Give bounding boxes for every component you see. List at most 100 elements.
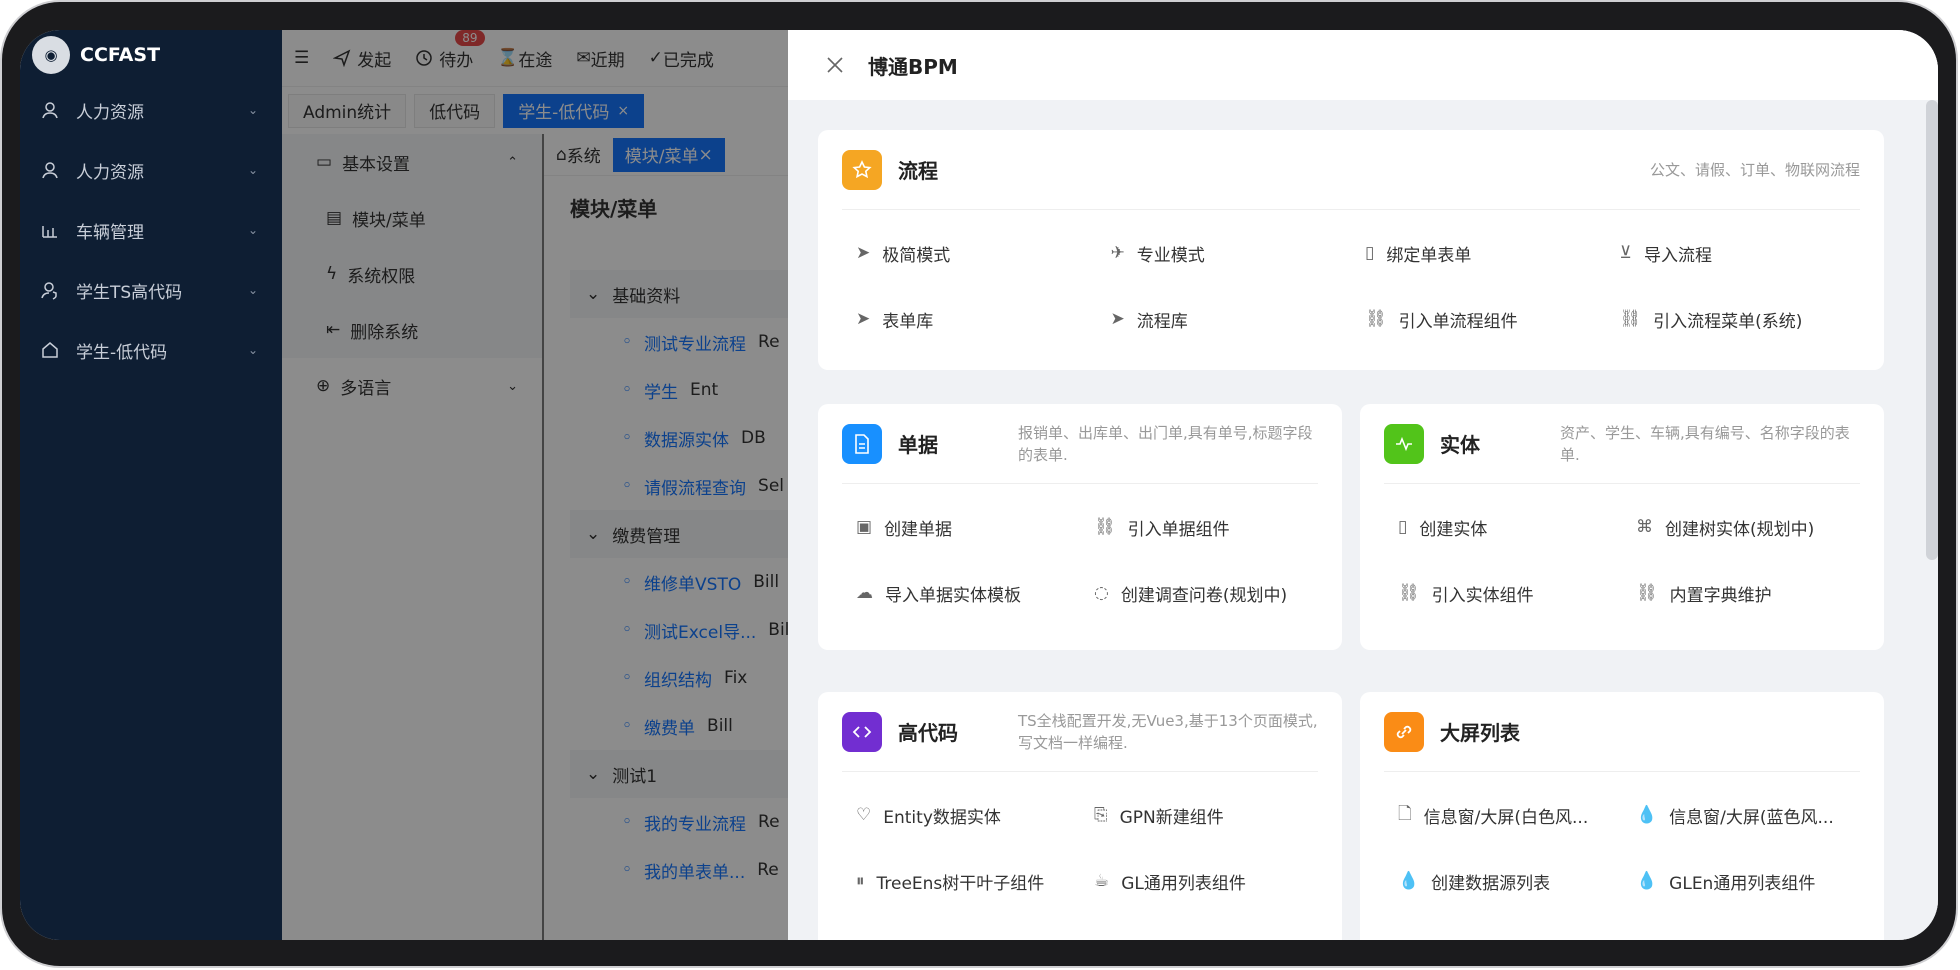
screen: ◉ CCFAST 人力资源 ⌄ 人力资源 ⌄ 车辆管理 ⌄ 学生TS高代码 ⌄ … (20, 30, 1938, 940)
link-icon: ⛓ (1636, 583, 1658, 603)
card-entity: 实体 资产、学生、车辆,具有编号、名称字段的表单. ▯ 创建实体 ⌘ 创建树实体(规… (1360, 404, 1884, 650)
card-title: 实体 (1440, 433, 1480, 457)
card-grid: ➤ 极简模式 ✈ 专业模式 ▯ 绑定单表单 ⊻ 导入流程 ➤ 表单库 ➤ 流程库 ⛓ 引入单流… (818, 210, 1884, 352)
cup-icon: ☕ (1094, 871, 1110, 891)
cloud-upload-icon: ☁ (856, 583, 873, 603)
card-header: 流程 公文、请假、订单、物联网流程 (842, 130, 1860, 210)
action-import-flow[interactable]: ⊻ 导入流程 (1606, 220, 1861, 286)
card-title: 单据 (898, 433, 938, 457)
link-icon: ⛓ (1619, 309, 1642, 329)
file-icon: 🗋 (1398, 803, 1412, 824)
action-gl-list-component[interactable]: ☕ GL通用列表组件 (1080, 848, 1318, 914)
action-pro-mode[interactable]: ✈ 专业模式 (1097, 220, 1352, 286)
user-shield-icon (38, 278, 62, 302)
send-icon: ➤ (1110, 309, 1125, 329)
drop-icon: 💧 (1636, 805, 1658, 825)
tree-icon: ⌘ (1636, 517, 1653, 537)
action-bind-form[interactable]: ▯ 绑定单表单 (1351, 220, 1606, 286)
chevron-down-icon: ⌄ (247, 163, 258, 177)
action-screen-blue[interactable]: 💧 信息窗/大屏(蓝色风... (1622, 782, 1860, 848)
app-name: CCFAST (80, 44, 161, 66)
logo-icon: ◉ (32, 36, 70, 74)
chevron-down-icon: ⌄ (247, 343, 258, 357)
chevron-down-icon: ⌄ (247, 283, 258, 297)
link-icon: ⛓ (1365, 309, 1387, 329)
card-header: 实体 资产、学生、车辆,具有编号、名称字段的表单. (1384, 404, 1860, 484)
card-screen-list: 大屏列表 🗋 信息窗/大屏(白色风... 💧 信息窗/大屏(蓝色风... 💧 创建数据… (1360, 692, 1884, 940)
scrollbar[interactable] (1926, 100, 1938, 560)
action-dictionary[interactable]: ⛓ 内置字典维护 (1622, 560, 1860, 626)
card-header: 单据 报销单、出库单、出门单,具有单号,标题字段的表单. (842, 404, 1318, 484)
document-icon (842, 423, 882, 464)
sidebar-item-label: 人力资源 (76, 162, 144, 183)
sidebar-item-ts-code[interactable]: 学生TS高代码 ⌄ (20, 260, 282, 320)
action-import-bill-component[interactable]: ⛓ 引入单据组件 (1080, 494, 1318, 560)
action-create-datasource-list[interactable]: 💧 创建数据源列表 (1384, 848, 1622, 914)
action-import-entity-component[interactable]: ⛓ 引入实体组件 (1384, 560, 1622, 626)
action-screen-white[interactable]: 🗋 信息窗/大屏(白色风... (1384, 782, 1622, 848)
action-create-survey[interactable]: ◌ 创建调查问卷(规划中) (1080, 560, 1318, 626)
download-circle-icon: ⊻ (1619, 243, 1632, 263)
drop-icon: 💧 (1398, 871, 1420, 891)
card-header: 高代码 TS全栈配置开发,无Vue3,基于13个页面模式,写文档一样编程. (842, 692, 1318, 772)
pulse-icon (1384, 423, 1424, 464)
user-icon (38, 98, 62, 122)
action-entity-data[interactable]: ♡ Entity数据实体 (842, 782, 1080, 848)
action-glen-list-component[interactable]: 💧 GLEn通用列表组件 (1622, 848, 1860, 914)
sidebar-item-vehicles[interactable]: 车辆管理 ⌄ (20, 200, 282, 260)
action-form-library[interactable]: ➤ 表单库 (842, 286, 1097, 352)
send-icon: ➤ (856, 243, 871, 263)
link-icon (1384, 711, 1424, 752)
home-icon (38, 338, 62, 362)
sidebar-item-lowcode[interactable]: 学生-低代码 ⌄ (20, 320, 282, 380)
link-icon: ⛓ (1398, 583, 1420, 603)
sidebar-item-label: 学生TS高代码 (76, 282, 183, 303)
card-grid: ▯ 创建实体 ⌘ 创建树实体(规划中) ⛓ 引入实体组件 ⛓ 内置字典维护 (1360, 484, 1884, 626)
chevron-down-icon: ⌄ (247, 223, 258, 237)
action-create-entity[interactable]: ▯ 创建实体 (1384, 494, 1622, 560)
sidebar-item-hr[interactable]: 人力资源 ⌄ (20, 80, 282, 140)
calendar-icon: ▣ (856, 517, 873, 537)
chat-icon: ◌ (1094, 583, 1109, 603)
card-flow: 流程 公文、请假、订单、物联网流程 ➤ 极简模式 ✈ 专业模式 ▯ 绑定单表单 ⊻ 导入… (818, 130, 1884, 370)
card-highcode: 高代码 TS全栈配置开发,无Vue3,基于13个页面模式,写文档一样编程. ♡ E… (818, 692, 1342, 940)
drawer-header: 博通BPM (788, 30, 1938, 100)
file-icon: ▯ (1365, 243, 1375, 263)
drawer-title: 博通BPM (868, 54, 958, 79)
sidebar-item-label: 车辆管理 (76, 222, 144, 243)
close-icon[interactable] (826, 56, 844, 74)
columns-icon: ⏸ (856, 871, 865, 891)
card-header: 大屏列表 (1384, 692, 1860, 772)
action-flow-library[interactable]: ➤ 流程库 (1097, 286, 1352, 352)
card-bill: 单据 报销单、出库单、出门单,具有单号,标题字段的表单. ▣ 创建单据 ⛓ 引入单据… (818, 404, 1342, 650)
card-desc: 资产、学生、车辆,具有编号、名称字段的表单. (1560, 423, 1850, 464)
action-create-bill[interactable]: ▣ 创建单据 (842, 494, 1080, 560)
action-import-bill-template[interactable]: ☁ 导入单据实体模板 (842, 560, 1080, 626)
sidebar-item-label: 学生-低代码 (76, 342, 168, 363)
chevron-down-icon: ⌄ (247, 103, 258, 117)
action-treeens-component[interactable]: ⏸ TreeEns树干叶子组件 (842, 848, 1080, 914)
device-frame: ◉ CCFAST 人力资源 ⌄ 人力资源 ⌄ 车辆管理 ⌄ 学生TS高代码 ⌄ … (2, 2, 1956, 966)
copy-icon: ⎘ (1094, 805, 1108, 825)
action-import-flow-component[interactable]: ⛓ 引入单流程组件 (1351, 286, 1606, 352)
card-title: 大屏列表 (1440, 721, 1520, 745)
bpm-drawer: 博通BPM 流程 公文、请假、订单、物联网流程 ➤ 极简模式 ✈ 专业模式 ▯ 绑定单… (788, 30, 1938, 940)
card-title: 流程 (898, 159, 938, 183)
card-desc: 公文、请假、订单、物联网流程 (1649, 160, 1860, 179)
user-icon (38, 158, 62, 182)
action-simple-mode[interactable]: ➤ 极简模式 (842, 220, 1097, 286)
sidebar-item-hr-2[interactable]: 人力资源 ⌄ (20, 140, 282, 200)
card-desc: TS全栈配置开发,无Vue3,基于13个页面模式,写文档一样编程. (1018, 711, 1318, 752)
chart-icon (38, 218, 62, 242)
star-icon (842, 149, 882, 190)
file-icon: ▯ (1398, 517, 1408, 537)
action-create-tree-entity[interactable]: ⌘ 创建树实体(规划中) (1622, 494, 1860, 560)
action-import-flow-menu[interactable]: ⛓ 引入流程菜单(系统) (1606, 286, 1861, 352)
app-logo: ◉ CCFAST (20, 30, 282, 80)
card-grid: ▣ 创建单据 ⛓ 引入单据组件 ☁ 导入单据实体模板 ◌ 创建调查问卷(规划中) (818, 484, 1342, 626)
drop-icon: 💧 (1636, 871, 1658, 891)
card-desc: 报销单、出库单、出门单,具有单号,标题字段的表单. (1018, 423, 1313, 464)
sidebar: ◉ CCFAST 人力资源 ⌄ 人力资源 ⌄ 车辆管理 ⌄ 学生TS高代码 ⌄ … (20, 30, 282, 940)
action-gpn-component[interactable]: ⎘ GPN新建组件 (1080, 782, 1318, 848)
link-icon: ⛓ (1094, 517, 1116, 537)
